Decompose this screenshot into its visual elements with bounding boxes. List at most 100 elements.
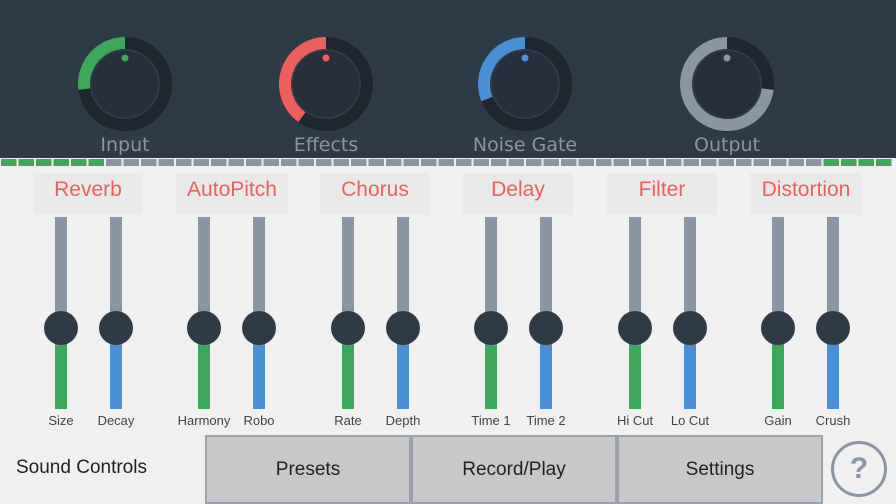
effects-knob-label: Effects (293, 134, 359, 156)
chorus-depth-slider[interactable] (386, 217, 420, 409)
meter-segment (158, 159, 174, 166)
meter-segment (736, 159, 752, 166)
autopitch-harmony-slider[interactable] (187, 217, 221, 409)
meter-segment (421, 159, 437, 166)
meter-segment (701, 159, 717, 166)
knob-indicator (322, 54, 330, 62)
knob-indicator (723, 54, 731, 62)
delay-time2-label: Time 2 (526, 413, 566, 428)
reverb-size-slider[interactable] (44, 217, 78, 409)
output-knob-label: Output (694, 134, 760, 156)
meter-segment (613, 159, 629, 166)
meter-segment (788, 159, 804, 166)
meter-segment (508, 159, 524, 166)
settings-button[interactable]: Settings (617, 435, 823, 504)
distortion-title: Distortion (750, 173, 862, 215)
input-knob[interactable] (77, 36, 173, 132)
autopitch-robo-slider[interactable] (242, 217, 276, 409)
meter-segment (491, 159, 507, 166)
slider-thumb[interactable] (331, 311, 365, 346)
meter-segment (333, 159, 349, 166)
meter-segment (631, 159, 647, 166)
meter-segment (141, 159, 157, 166)
meter-segment (351, 159, 367, 166)
chorus-rate-slider[interactable] (331, 217, 365, 409)
slider-thumb[interactable] (761, 311, 795, 346)
slider-thumb[interactable] (99, 311, 133, 346)
knob-indicator (521, 54, 529, 62)
meter-segment (876, 159, 892, 166)
reverb-decay-label: Decay (97, 413, 135, 428)
distortion-gain-slider[interactable] (761, 217, 795, 409)
filter-locut-label: Lo Cut (670, 413, 710, 428)
knob-indicator (121, 54, 129, 62)
level-meter (0, 158, 896, 167)
meter-segment (438, 159, 454, 166)
meter-segment (841, 159, 857, 166)
reverb-title: Reverb (33, 173, 143, 215)
meter-segment (473, 159, 489, 166)
noise-gate-knob-label: Noise Gate (472, 134, 578, 156)
effects-knob[interactable] (278, 36, 374, 132)
reverb-decay-slider[interactable] (99, 217, 133, 409)
meter-segment (106, 159, 122, 166)
meter-segment (1, 159, 17, 166)
meter-segment (596, 159, 612, 166)
chorus-depth-label: Depth (385, 413, 421, 428)
filter-hicut-slider[interactable] (618, 217, 652, 409)
presets-button[interactable]: Presets (205, 435, 411, 504)
output-knob[interactable] (679, 36, 775, 132)
slider-thumb[interactable] (386, 311, 420, 346)
meter-segment (368, 159, 384, 166)
meter-segment (71, 159, 87, 166)
meter-segment (53, 159, 69, 166)
meter-segment (298, 159, 314, 166)
slider-thumb[interactable] (187, 311, 221, 346)
meter-segment (228, 159, 244, 166)
slider-thumb[interactable] (529, 311, 563, 346)
slider-thumb[interactable] (816, 311, 850, 346)
master-controls-panel: Input Effects Noise Gate Output (0, 0, 896, 158)
meter-segment (806, 159, 822, 166)
meter-segment (281, 159, 297, 166)
delay-title: Delay (463, 173, 573, 215)
delay-time2-slider[interactable] (529, 217, 563, 409)
meter-segment (211, 159, 227, 166)
autopitch-robo-label: Robo (243, 413, 275, 428)
meter-segment (123, 159, 139, 166)
slider-thumb[interactable] (474, 311, 508, 346)
meter-segment (246, 159, 262, 166)
meter-segment (683, 159, 699, 166)
delay-time1-slider[interactable] (474, 217, 508, 409)
meter-segment (648, 159, 664, 166)
slider-thumb[interactable] (44, 311, 78, 346)
slider-thumb[interactable] (673, 311, 707, 346)
record-play-button[interactable]: Record/Play (411, 435, 617, 504)
distortion-crush-slider[interactable] (816, 217, 850, 409)
meter-segment (561, 159, 577, 166)
bottom-bar: Sound Controls Presets Record/Play Setti… (0, 435, 896, 504)
autopitch-title: AutoPitch (176, 173, 288, 215)
meter-segment (753, 159, 769, 166)
help-icon[interactable]: ? (831, 441, 887, 497)
meter-segment (578, 159, 594, 166)
meter-segment (36, 159, 52, 166)
meter-segment (193, 159, 209, 166)
meter-segment (718, 159, 734, 166)
filter-locut-slider[interactable] (673, 217, 707, 409)
meter-segment (18, 159, 34, 166)
meter-segment (176, 159, 192, 166)
noise-gate-knob[interactable] (477, 36, 573, 132)
app-label: Sound Controls (16, 457, 147, 478)
meter-segment (543, 159, 559, 166)
distortion-crush-label: Crush (815, 413, 851, 428)
filter-title: Filter (607, 173, 717, 215)
meter-segment (858, 159, 874, 166)
meter-segment (88, 159, 104, 166)
slider-thumb[interactable] (618, 311, 652, 346)
meter-segment (456, 159, 472, 166)
slider-thumb[interactable] (242, 311, 276, 346)
meter-segment (403, 159, 419, 166)
meter-segment (263, 159, 279, 166)
meter-segment (666, 159, 682, 166)
